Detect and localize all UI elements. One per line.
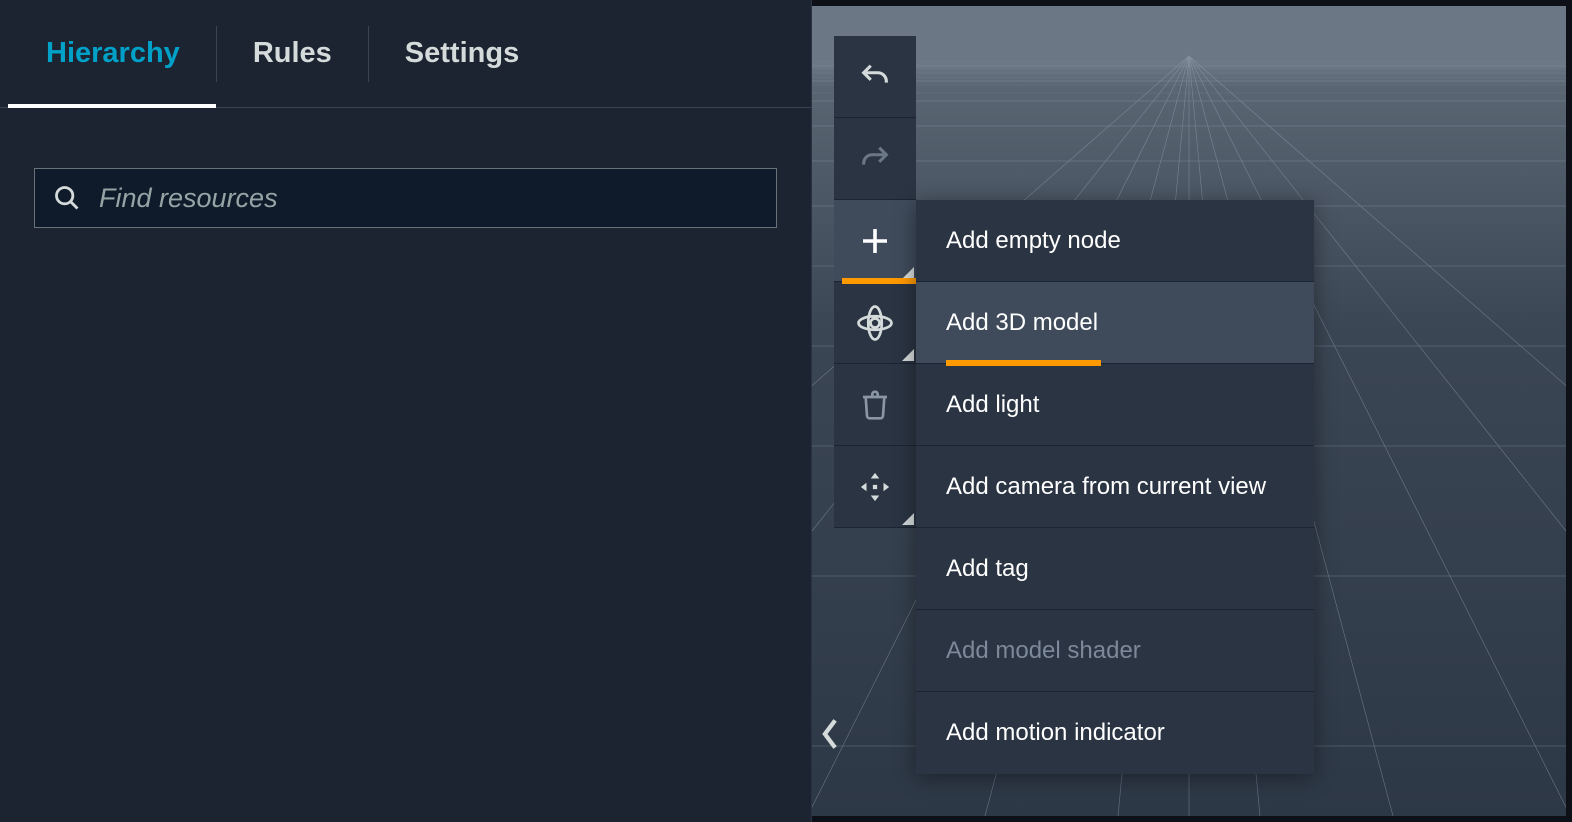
menu-item-label: Add tag bbox=[946, 555, 1029, 583]
menu-add-empty-node[interactable]: Add empty node bbox=[916, 200, 1314, 282]
redo-icon bbox=[858, 142, 892, 176]
menu-item-label: Add 3D model bbox=[946, 309, 1098, 337]
move-icon bbox=[858, 470, 892, 504]
menu-item-label: Add light bbox=[946, 391, 1039, 419]
add-menu: Add empty node Add 3D model Add light Ad… bbox=[916, 200, 1314, 774]
menu-add-camera[interactable]: Add camera from current view bbox=[916, 446, 1314, 528]
left-panel: Hierarchy Rules Settings bbox=[0, 0, 812, 822]
highlight-underline bbox=[842, 278, 916, 284]
redo-button[interactable] bbox=[834, 118, 916, 200]
menu-item-label: Add motion indicator bbox=[946, 719, 1165, 747]
menu-add-tag[interactable]: Add tag bbox=[916, 528, 1314, 610]
plus-icon bbox=[857, 223, 893, 259]
menu-item-label: Add camera from current view bbox=[946, 473, 1266, 501]
collapse-panel-button[interactable] bbox=[810, 714, 850, 754]
search-icon bbox=[53, 184, 81, 212]
search-wrap bbox=[0, 108, 811, 228]
undo-icon bbox=[858, 60, 892, 94]
orbit-button[interactable] bbox=[834, 282, 916, 364]
expand-corner-icon bbox=[902, 349, 914, 361]
tab-settings[interactable]: Settings bbox=[369, 0, 555, 107]
viewport-toolbar bbox=[834, 36, 916, 528]
app-root: Hierarchy Rules Settings bbox=[0, 0, 1572, 822]
tab-hierarchy[interactable]: Hierarchy bbox=[10, 0, 216, 107]
menu-add-motion-indicator[interactable]: Add motion indicator bbox=[916, 692, 1314, 774]
menu-item-label: Add empty node bbox=[946, 227, 1121, 255]
menu-item-label: Add model shader bbox=[946, 637, 1141, 665]
delete-button[interactable] bbox=[834, 364, 916, 446]
trash-icon bbox=[859, 389, 891, 421]
highlight-underline bbox=[946, 360, 1101, 366]
menu-add-light[interactable]: Add light bbox=[916, 364, 1314, 446]
tab-bar: Hierarchy Rules Settings bbox=[0, 0, 811, 108]
add-button[interactable] bbox=[834, 200, 916, 282]
undo-button[interactable] bbox=[834, 36, 916, 118]
menu-add-3d-model[interactable]: Add 3D model bbox=[916, 282, 1314, 364]
viewport[interactable]: Add empty node Add 3D model Add light Ad… bbox=[812, 0, 1572, 822]
menu-add-model-shader: Add model shader bbox=[916, 610, 1314, 692]
orbit-icon bbox=[857, 305, 893, 341]
expand-corner-icon bbox=[902, 513, 914, 525]
tab-rules[interactable]: Rules bbox=[217, 0, 368, 107]
search-input[interactable] bbox=[99, 183, 758, 214]
move-button[interactable] bbox=[834, 446, 916, 528]
search-box[interactable] bbox=[34, 168, 777, 228]
